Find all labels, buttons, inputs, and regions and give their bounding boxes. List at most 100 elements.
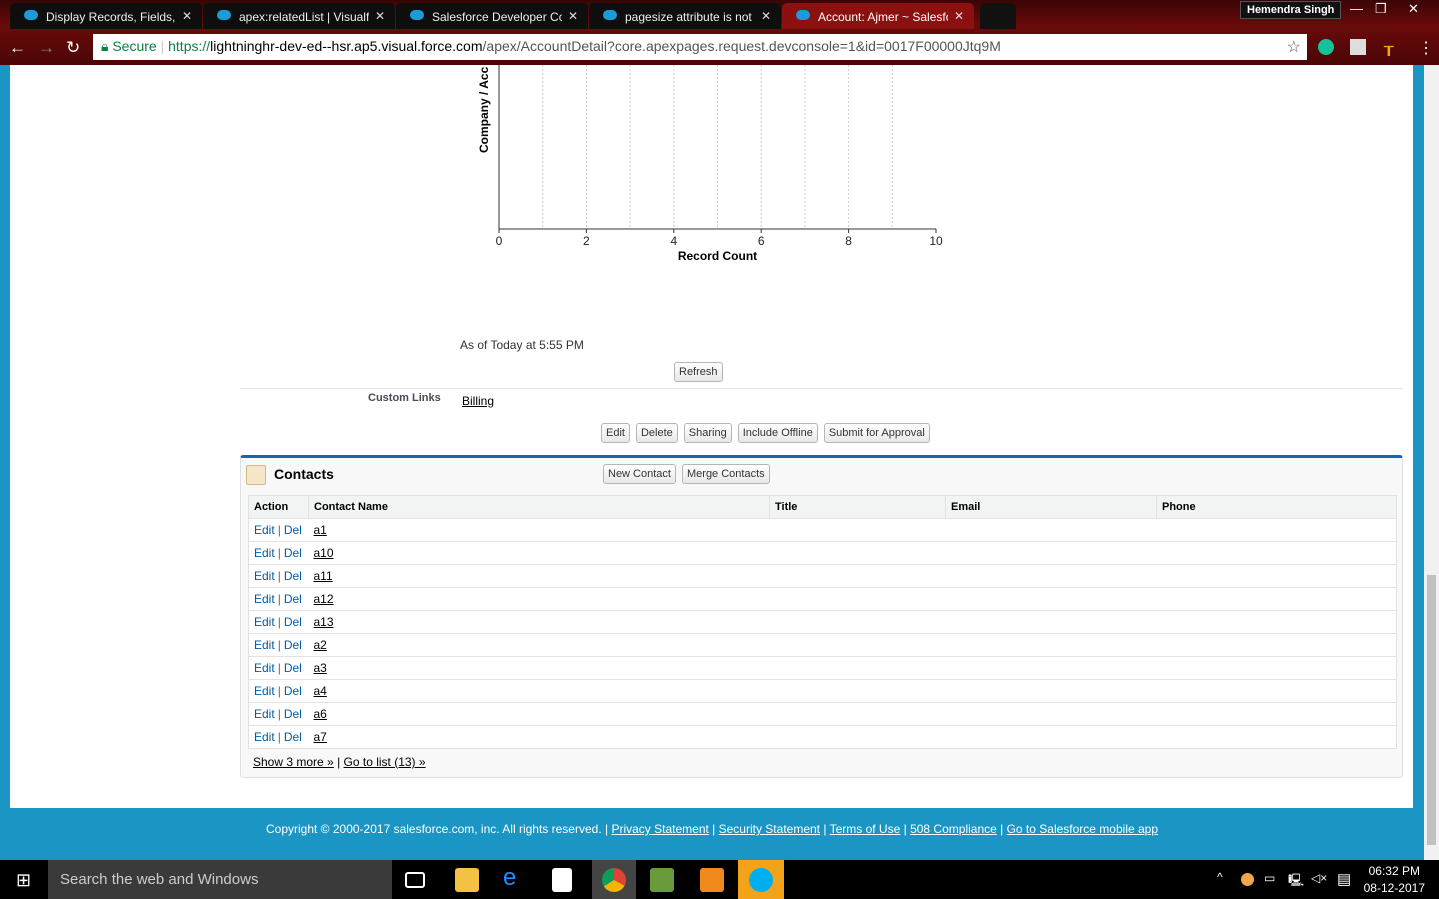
restore-icon[interactable]: ❐ [1375, 1, 1387, 17]
edit-link[interactable]: Edit [254, 638, 275, 652]
contact-name-link[interactable]: a6 [314, 707, 327, 721]
lock-icon: 🔒︎ [101, 38, 109, 54]
refresh-button[interactable]: Refresh [674, 362, 723, 382]
edit-link[interactable]: Edit [254, 684, 275, 698]
page-scrollbar[interactable] [1424, 65, 1439, 860]
contact-name-cell: a10 [308, 541, 770, 565]
windows-start-icon[interactable]: ⊞ [16, 870, 31, 891]
sharing-button[interactable]: Sharing [683, 423, 732, 443]
empty-cell [945, 633, 1157, 657]
footer-link[interactable]: Privacy Statement [611, 822, 708, 836]
merge-contacts-button[interactable]: Merge Contacts [682, 464, 770, 484]
tray-app-icon[interactable] [1241, 873, 1254, 886]
edit-link[interactable]: Edit [254, 707, 275, 721]
browser-tab[interactable]: Display Records, Fields, a ✕ [10, 3, 202, 29]
footer-link[interactable]: Go to Salesforce mobile app [1007, 822, 1158, 836]
browser-tab[interactable]: pagesize attribute is not ✕ [589, 3, 781, 29]
delete-link[interactable]: Del [284, 615, 302, 629]
edit-link[interactable]: Edit [254, 730, 275, 744]
submit-for-approval-button[interactable]: Submit for Approval [823, 423, 930, 443]
contact-name-link[interactable]: a11 [314, 569, 333, 583]
new-tab-button[interactable] [980, 3, 1016, 29]
edit-button[interactable]: Edit [601, 423, 630, 443]
scrollbar-thumb[interactable] [1427, 575, 1436, 845]
delete-button[interactable]: Delete [635, 423, 678, 443]
contact-name-link[interactable]: a10 [314, 546, 334, 560]
delete-link[interactable]: Del [284, 569, 302, 583]
contact-name-link[interactable]: a4 [314, 684, 327, 698]
delete-link[interactable]: Del [284, 638, 302, 652]
separator: | [277, 707, 281, 721]
grammarly-extension-icon[interactable] [1318, 39, 1334, 55]
taskbar-search[interactable]: Search the web and Windows [48, 860, 392, 899]
tray-chevron-icon[interactable]: ^ [1217, 870, 1223, 884]
tab-title: Salesforce Developer Con [432, 10, 562, 24]
battery-icon[interactable]: ▭ [1264, 871, 1275, 885]
edit-link[interactable]: Edit [254, 661, 275, 675]
back-icon[interactable]: ← [9, 38, 26, 58]
column-header: Phone [1156, 495, 1397, 519]
network-icon[interactable]: 🖳︎ [1288, 871, 1304, 892]
footer-link[interactable]: Terms of Use [830, 822, 901, 836]
contact-name-link[interactable]: a13 [314, 615, 334, 629]
contact-name-link[interactable]: a7 [314, 730, 327, 744]
empty-cell [1156, 702, 1397, 726]
go-to-list-link[interactable]: Go to list (13) » [344, 755, 426, 769]
contact-name-link[interactable]: a12 [314, 592, 334, 606]
delete-link[interactable]: Del [284, 684, 302, 698]
delete-link[interactable]: Del [284, 661, 302, 675]
browser-tab[interactable]: Account: Ajmer ~ Salesfo ✕ [782, 3, 974, 29]
forward-icon[interactable]: → [38, 38, 55, 58]
extension-icon[interactable] [1350, 39, 1366, 55]
menu-icon[interactable]: ⋮ [1418, 38, 1434, 58]
tab-close-icon[interactable]: ✕ [568, 9, 578, 23]
clock[interactable]: 06:32 PM 08-12-2017 [1364, 863, 1425, 897]
file-explorer-icon[interactable] [455, 868, 479, 892]
billing-link[interactable]: Billing [462, 394, 494, 408]
browser-tab[interactable]: Salesforce Developer Con ✕ [396, 3, 588, 29]
tab-close-icon[interactable]: ✕ [375, 9, 385, 23]
footer-link[interactable]: 508 Compliance [910, 822, 997, 836]
edit-link[interactable]: Edit [254, 569, 275, 583]
sublime-icon[interactable] [700, 868, 724, 892]
include-offline-button[interactable]: Include Offline [737, 423, 818, 443]
edit-link[interactable]: Edit [254, 592, 275, 606]
contact-name-cell: a4 [308, 679, 770, 703]
tab-close-icon[interactable]: ✕ [761, 9, 771, 23]
bookmark-star-icon[interactable]: ☆ [1287, 37, 1301, 57]
contact-name-link[interactable]: a1 [314, 523, 327, 537]
volume-muted-icon[interactable]: ◁× [1311, 871, 1327, 885]
contact-name-link[interactable]: a3 [314, 661, 327, 675]
delete-link[interactable]: Del [284, 592, 302, 606]
contact-name-cell: a13 [308, 610, 770, 634]
tab-close-icon[interactable]: ✕ [182, 9, 192, 23]
notifications-icon[interactable]: ▤ [1337, 870, 1351, 888]
task-view-icon[interactable] [405, 872, 425, 888]
close-window-icon[interactable]: ✕ [1408, 1, 1419, 17]
empty-cell [769, 656, 946, 680]
delete-link[interactable]: Del [284, 546, 302, 560]
skype-taskbar-button[interactable] [738, 860, 784, 899]
store-icon[interactable] [552, 868, 572, 892]
tab-close-icon[interactable]: ✕ [954, 9, 964, 23]
reload-icon[interactable]: ↻ [66, 38, 80, 58]
edit-link[interactable]: Edit [254, 523, 275, 537]
chrome-taskbar-button[interactable] [592, 860, 636, 899]
edit-link[interactable]: Edit [254, 546, 275, 560]
contact-name-link[interactable]: a2 [314, 638, 327, 652]
minimize-icon[interactable]: — [1350, 1, 1363, 16]
edge-icon[interactable]: e [503, 864, 527, 891]
address-bar[interactable]: 🔒︎ Secure | https://lightninghr-dev-ed--… [93, 34, 1307, 60]
extension-icon[interactable]: ┰ [1384, 37, 1394, 57]
delete-link[interactable]: Del [284, 707, 302, 721]
edit-link[interactable]: Edit [254, 615, 275, 629]
browser-tab[interactable]: apex:relatedList | Visualfo ✕ [203, 3, 395, 29]
profile-button[interactable]: Hemendra Singh [1240, 1, 1342, 19]
new-contact-button[interactable]: New Contact [603, 464, 676, 484]
app-icon[interactable] [650, 868, 674, 892]
footer-link[interactable]: Security Statement [719, 822, 820, 836]
delete-link[interactable]: Del [284, 523, 302, 537]
tab-title: apex:relatedList | Visualfo [239, 10, 369, 24]
delete-link[interactable]: Del [284, 730, 302, 744]
show-more-link[interactable]: Show 3 more » [253, 755, 334, 769]
